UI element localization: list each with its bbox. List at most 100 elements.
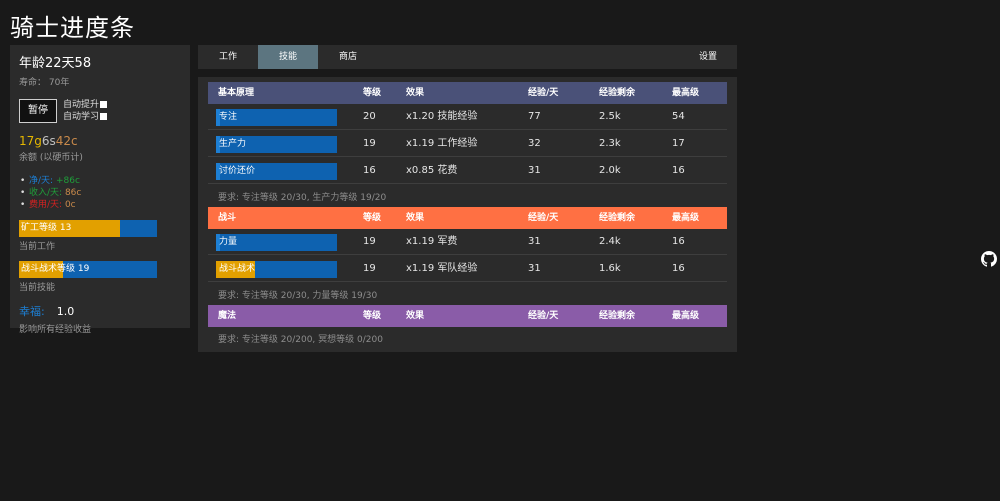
stat-net: 净/天: +86c [19,175,181,187]
skill-max: 54 [672,111,685,122]
current-skill-bar: 战斗战术等级 19 [19,261,157,278]
tab-jobs[interactable]: 工作 [207,45,249,69]
skill-row: 战斗战术 19 x1.19 军队经验 31 1.6k 16 [208,256,727,282]
auto-learn-checkbox[interactable] [100,113,108,120]
skill-progress-bar[interactable]: 战斗战术 [216,261,337,278]
column-header-effect: 效果 [406,311,425,321]
stat-expense: 费用/天: 0c [19,199,181,211]
tab-skills[interactable]: 技能 [258,45,318,69]
skill-row: 力量 19 x1.19 军费 31 2.4k 16 [208,229,727,255]
current-skill-caption: 当前技能 [19,283,56,293]
skill-max: 17 [672,138,685,149]
money-gold: 17g [19,134,42,148]
skill-xp-day: 31 [528,236,541,247]
skill-name: 生产力 [219,139,247,149]
tab-settings[interactable]: 设置 [686,45,730,69]
skill-xp-day: 32 [528,138,541,149]
skill-effect: x0.85 花费 [406,165,458,176]
column-header-max-level: 最高级 [672,88,700,98]
category-header: 战斗 等级 效果 经验/天 经验剩余 最高级 [208,207,727,229]
column-header-level: 等级 [363,311,382,321]
stat-income: 收入/天: 86c [19,187,181,199]
column-header-xp-left: 经验剩余 [599,311,636,321]
skill-progress-bar[interactable]: 力量 [216,234,337,251]
skill-effect: x1.19 军费 [406,236,458,247]
category-requirement: 要求: 专注等级 20/30, 生产力等级 19/20 [218,193,387,203]
current-job-bar: 矿工等级 13 [19,220,157,237]
skill-level: 19 [363,236,376,247]
happiness-value: 1.0 [56,305,75,318]
skill-max: 16 [672,236,685,247]
auto-learn-label: 自动学习 [63,112,100,122]
skill-name: 专注 [219,112,238,122]
age-text: 年龄22天58 [19,56,92,71]
skill-level: 19 [363,263,376,274]
column-header-max-level: 最高级 [672,311,700,321]
money-silver: 6s [41,134,56,148]
happiness: 幸福: 1.0 [19,303,181,319]
skill-name: 力量 [219,237,238,247]
column-header-xp-day: 经验/天 [528,88,559,98]
skill-max: 16 [672,263,685,274]
stat-income-label: 收入/天: [29,188,63,198]
income-stats: 净/天: +86c 收入/天: 86c 费用/天: 0c [19,175,181,211]
category-requirement: 要求: 专注等级 20/200, 冥想等级 0/200 [218,335,383,345]
column-header-effect: 效果 [406,213,425,223]
column-header-xp-left: 经验剩余 [599,213,636,223]
current-skill-label: 战斗战术等级 19 [21,264,90,274]
skill-level: 16 [363,165,376,176]
stat-net-value: +86c [55,176,80,186]
auto-options: 自动提升 自动学习 [63,99,108,123]
happiness-label: 幸福: [19,305,45,318]
category-name: 魔法 [218,311,237,321]
stat-expense-value: 0c [64,200,76,210]
tab-bar: 工作 技能 商店 设置 [198,45,737,69]
app-title: 骑士进度条 [10,14,135,42]
auto-promote-label: 自动提升 [63,100,100,110]
category-requirement: 要求: 专注等级 20/30, 力量等级 19/30 [218,291,378,301]
skill-row: 讨价还价 16 x0.85 花费 31 2.0k 16 [208,158,727,184]
current-job-label: 矿工等级 13 [21,223,72,233]
skill-xp-left: 2.0k [599,165,621,176]
auto-promote-checkbox[interactable] [100,101,108,108]
column-header-effect: 效果 [406,88,425,98]
column-header-level: 等级 [363,88,382,98]
lifespan-text: 寿命： 70年 [19,78,70,88]
category-header: 魔法 等级 效果 经验/天 经验剩余 最高级 [208,305,727,327]
column-header-max-level: 最高级 [672,213,700,223]
skill-name: 讨价还价 [219,166,256,176]
column-header-xp-day: 经验/天 [528,213,559,223]
pause-button[interactable]: 暂停 [19,99,57,123]
skill-progress-bar[interactable]: 生产力 [216,136,337,153]
happiness-caption: 影响所有经验收益 [19,325,92,335]
skill-level: 20 [363,111,376,122]
tab-shop[interactable]: 商店 [326,45,370,69]
category-name: 基本原理 [218,88,255,98]
skill-progress-bar[interactable]: 专注 [216,109,337,126]
current-job-caption: 当前工作 [19,242,56,252]
skill-effect: x1.19 军队经验 [406,263,478,274]
category-name: 战斗 [218,213,237,223]
skill-effect: x1.19 工作经验 [406,138,478,149]
balance-label: 余额 (以硬币计) [19,153,83,163]
stat-income-value: 86c [64,188,82,198]
controls-row: 暂停 自动提升 自动学习 [19,99,181,129]
column-header-xp-day: 经验/天 [528,311,559,321]
column-header-level: 等级 [363,213,382,223]
github-icon[interactable] [981,251,997,267]
skill-row: 专注 20 x1.20 技能经验 77 2.5k 54 [208,104,727,130]
skill-progress-bar[interactable]: 讨价还价 [216,163,337,180]
skills-panel: 基本原理 等级 效果 经验/天 经验剩余 最高级 专注 20 x1.20 技能经验 77 2.5k 5… [198,77,737,352]
skill-row: 生产力 19 x1.19 工作经验 32 2.3k 17 [208,131,727,157]
skill-xp-left: 1.6k [599,263,621,274]
column-header-xp-left: 经验剩余 [599,88,636,98]
stat-net-label: 净/天: [29,176,54,186]
stat-expense-label: 费用/天: [29,200,63,210]
money-display: 17g6s42c [19,134,181,148]
skill-name: 战斗战术 [219,264,256,274]
skill-xp-day: 31 [528,263,541,274]
skill-xp-day: 31 [528,165,541,176]
skill-xp-left: 2.4k [599,236,621,247]
skill-effect: x1.20 技能经验 [406,111,478,122]
skill-xp-left: 2.5k [599,111,621,122]
